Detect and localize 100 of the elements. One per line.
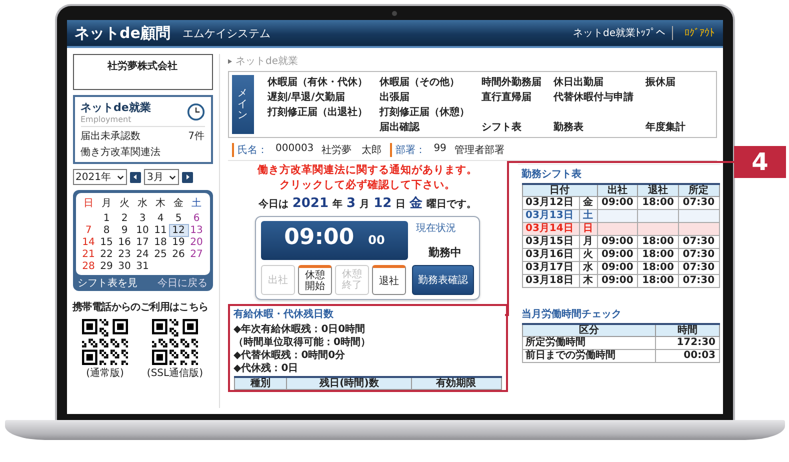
calendar-day[interactable]: 11 — [152, 225, 170, 236]
calendar-day[interactable]: 16 — [116, 237, 134, 248]
calendar-day[interactable]: 30 — [116, 261, 134, 272]
calendar-day[interactable]: 27 — [188, 249, 206, 260]
top-link[interactable]: ネットde就業ﾄｯﾌﾟへ — [573, 26, 672, 40]
calendar-day[interactable]: 29 — [98, 261, 116, 272]
qr-code-icon — [152, 319, 198, 365]
app-subtitle: Employment — [80, 115, 132, 124]
table-cell: 前日までの労働時間 — [522, 350, 656, 363]
table-cell: 07:30 — [682, 236, 715, 247]
calendar-day[interactable]: 21 — [80, 249, 98, 260]
company-name: エムケイシステム — [182, 26, 270, 40]
menu-link[interactable]: 届出確認 — [380, 120, 470, 134]
logo: ネットde顧問 — [74, 24, 170, 42]
table-cell: 03月15日 — [522, 236, 580, 248]
table-cell: 03月14日 — [522, 222, 580, 236]
notice-text[interactable]: クリックして必ず確認して下さい。 — [280, 179, 456, 192]
calendar-day[interactable]: 4 — [152, 213, 170, 224]
menu-link[interactable]: 休日出勤届 — [554, 75, 634, 89]
table-cell: 月 — [579, 236, 598, 248]
table-cell: 07:30 — [682, 275, 715, 286]
year-select[interactable]: 2021年 — [72, 169, 127, 185]
menu-link[interactable]: 直行直帰届 — [482, 90, 542, 104]
calendar-day[interactable]: 28 — [80, 261, 98, 272]
month-select[interactable]: 3月 — [144, 169, 180, 185]
menu-link[interactable]: 勤務表 — [554, 120, 634, 134]
calendar-day[interactable]: 9 — [116, 225, 134, 236]
calendar-day[interactable]: 3 — [134, 213, 152, 224]
table-cell: 18:00 — [642, 275, 674, 286]
weekday-label: 水 — [136, 196, 148, 210]
menu-link[interactable]: 打刻修正届（休憩） — [380, 105, 470, 119]
table-header: 所定 — [678, 184, 719, 196]
calendar-day[interactable]: 18 — [152, 237, 170, 248]
menu-link[interactable]: 出張届 — [380, 90, 470, 104]
calendar-day[interactable]: 1 — [98, 213, 116, 224]
punch-button[interactable]: 退社 — [372, 265, 406, 296]
calendar-day[interactable]: 14 — [80, 237, 98, 248]
menu-link[interactable]: シフト表 — [482, 120, 542, 134]
status-value: 勤務中 — [428, 245, 462, 260]
card-row-label[interactable]: 働き方改革関連法 — [80, 145, 160, 159]
department-label: 部署： — [390, 143, 426, 157]
table-header: 残日(時間)数 — [286, 377, 412, 390]
table-cell: 所定労働時間 — [522, 336, 656, 350]
table-cell: 03月17日 — [522, 262, 580, 274]
breadcrumb: ネットde就業 — [236, 54, 298, 68]
calendar-day[interactable]: 13 — [188, 225, 206, 236]
callout-number: 4 — [734, 146, 786, 178]
previous-month-button[interactable] — [130, 172, 141, 182]
menu-link[interactable]: 時間外勤務届 — [482, 75, 542, 89]
menu-link[interactable]: 休暇届（その他） — [380, 75, 470, 89]
menu-link[interactable]: 休暇届（有休・代休） — [268, 75, 368, 89]
calendar-day[interactable]: 2 — [116, 213, 134, 224]
logout-link[interactable]: ﾛｸﾞｱｳﾄ — [684, 27, 714, 39]
calendar-day[interactable]: 25 — [152, 249, 170, 260]
menu-link[interactable]: 年度集計 — [646, 120, 686, 134]
calendar-day[interactable]: 15 — [98, 237, 116, 248]
calendar-day[interactable]: 19 — [170, 237, 188, 248]
calendar-day[interactable]: 8 — [98, 225, 116, 236]
leave-balance-text: ◆年次有給休暇残：0日0時間 — [234, 323, 366, 336]
calendar-day[interactable]: 10 — [134, 225, 152, 236]
date-text: 曜日です。 — [426, 198, 477, 212]
table-header: 区分 — [522, 324, 656, 337]
notice-text[interactable]: 働き方改革関連法に関する通知があります。 — [258, 164, 478, 178]
table-cell: 09:00 — [601, 236, 634, 247]
date-text: 今日は — [258, 198, 288, 212]
calendar-day[interactable]: 24 — [134, 249, 152, 260]
company-box: 社労夢株式会社 — [72, 54, 212, 90]
shift-link[interactable]: シフト表を見 — [78, 276, 138, 290]
table-header: 出社 — [597, 184, 638, 196]
weekday-label: 金 — [172, 197, 184, 210]
table-cell: 172:30 — [656, 336, 719, 350]
calendar-day[interactable]: 20 — [188, 237, 206, 248]
calendar-day[interactable]: 12 — [170, 225, 188, 236]
date-text: 2021 — [292, 196, 329, 212]
calendar-day[interactable]: 31 — [134, 261, 152, 272]
clock-time: 09:00 — [284, 225, 354, 250]
calendar-day[interactable]: 23 — [116, 249, 134, 260]
qr-code-icon — [82, 319, 128, 365]
calendar-day[interactable]: 26 — [170, 249, 188, 260]
calendar-day[interactable]: 22 — [98, 249, 116, 260]
main-tab[interactable]: メイン — [232, 75, 254, 134]
punch-button[interactable]: 勤務表確認 — [412, 265, 474, 296]
calendar-day[interactable]: 5 — [170, 213, 188, 224]
punch-button[interactable]: 休憩開始 — [298, 265, 332, 296]
menu-link[interactable]: 遅刻/早退/欠勤届 — [268, 90, 368, 104]
menu-link[interactable]: 打刻修正届（出退社） — [268, 105, 368, 119]
card-row-label[interactable]: 届出未承認数 — [80, 129, 140, 143]
next-month-button[interactable] — [182, 172, 194, 182]
calendar-day[interactable]: 7 — [80, 225, 98, 236]
employee-name: 社労夢 太郎 — [322, 144, 382, 157]
status-label: 現在状況 — [416, 222, 457, 236]
table-cell: 09:00 — [601, 197, 634, 208]
menu-link[interactable]: 振休届 — [646, 75, 686, 89]
leave-title: 有給休暇・代休残日数 — [234, 308, 334, 322]
calendar-day[interactable]: 17 — [134, 237, 152, 248]
clock-seconds: 00 — [368, 233, 385, 248]
qr-label: (通常版) — [86, 366, 124, 380]
menu-link[interactable]: 代替休暇付与申請 — [554, 90, 634, 104]
today-link[interactable]: 今日に戻る — [158, 276, 208, 290]
calendar-day[interactable]: 6 — [188, 213, 206, 224]
